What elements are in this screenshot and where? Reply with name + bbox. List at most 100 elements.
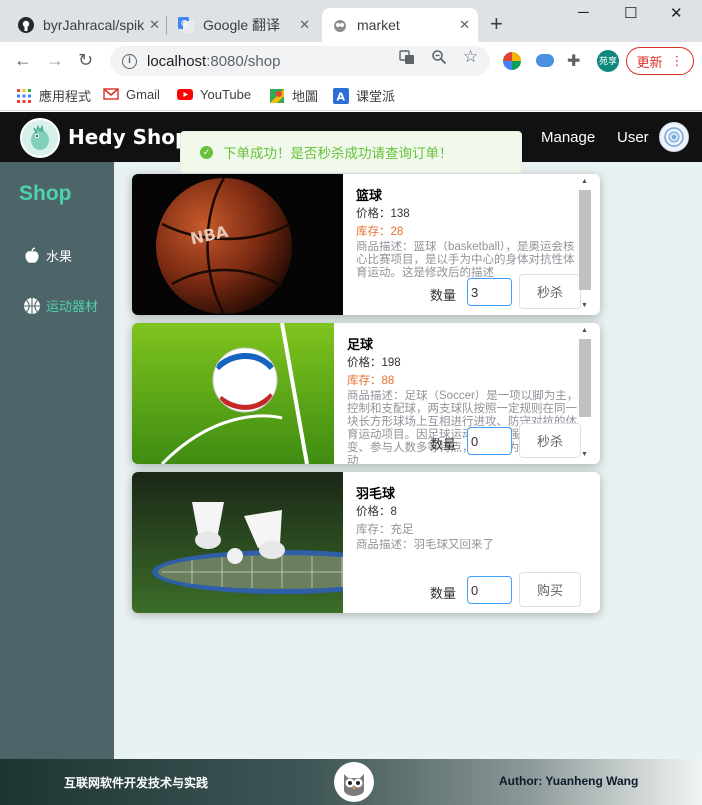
svg-text:G: G [181, 19, 187, 28]
bookmark-maps[interactable]: 地圖 [269, 86, 318, 105]
youtube-icon [177, 86, 193, 102]
sidebar-item-fruit[interactable]: 水果 [23, 246, 72, 265]
bookmark-gmail[interactable]: Gmail [103, 86, 160, 102]
product-name: 篮球 [356, 188, 383, 203]
main-content: NBA 篮球 价格：138 库存：28 商品描述：篮球（basketball），… [114, 162, 702, 759]
tab-title: market [357, 17, 400, 33]
forward-button[interactable]: → [46, 50, 64, 70]
quantity-input[interactable] [467, 278, 512, 306]
window-close-button[interactable]: ✕ [670, 4, 683, 22]
product-stock: 库存：88 [347, 375, 395, 387]
quantity-input[interactable] [467, 576, 512, 604]
user-avatar-icon [664, 127, 684, 147]
extension-colorful-icon[interactable] [503, 52, 521, 70]
brand-title[interactable]: Hedy Shop [68, 125, 189, 149]
ketangpai-icon: A [333, 87, 349, 104]
nav-user[interactable]: User [617, 129, 649, 146]
owl-logo [334, 762, 374, 802]
sidebar: Shop 水果 运动器材 [0, 162, 114, 759]
user-avatar[interactable] [659, 122, 689, 152]
product-card-badminton: 羽毛球 价格：8 库存：充足 商品描述：羽毛球又回来了 数量 购买 [132, 472, 600, 613]
product-card-soccer: 足球 价格：198 库存：88 商品描述：足球（Soccer）是一项以脚为主，控… [132, 323, 600, 464]
basketball-icon [23, 297, 41, 315]
app-footer: 互联网软件开发技术与实践 Author: Yuanheng Wang [0, 759, 702, 805]
scroll-down-icon[interactable]: ▼ [581, 302, 588, 309]
new-tab-button[interactable]: + [490, 13, 503, 35]
sidebar-title: Shop [19, 182, 72, 205]
extension-cloud-icon[interactable] [536, 54, 554, 67]
nav-manage[interactable]: Manage [541, 129, 595, 146]
tab-title: Google 翻译 [203, 17, 281, 33]
google-translate-icon: G [178, 17, 194, 33]
back-button[interactable]: ← [14, 50, 32, 70]
extensions-puzzle-icon[interactable]: ✚ [567, 51, 580, 71]
browser-tab-google-translate[interactable]: G Google 翻译 ✕ [168, 8, 318, 42]
sidebar-item-sports[interactable]: 运动器材 [23, 296, 98, 315]
soccer-image [132, 323, 334, 464]
bookmark-label: Gmail [126, 86, 160, 102]
quantity-label: 数量 [430, 288, 457, 303]
minimize-button[interactable]: ─ [578, 4, 589, 21]
close-icon[interactable]: ✕ [459, 17, 470, 33]
bookmark-youtube[interactable]: YouTube [177, 86, 251, 102]
product-price: 价格：138 [356, 208, 410, 220]
maximize-button[interactable]: ☐ [624, 4, 637, 22]
gmail-icon [103, 86, 119, 102]
scroll-down-icon[interactable]: ▼ [581, 451, 588, 458]
bookmark-label: YouTube [200, 86, 252, 102]
bookmark-ketangpai[interactable]: A 课堂派 [333, 86, 395, 105]
product-stock: 库存：充足 [356, 524, 414, 536]
translate-page-icon[interactable] [399, 49, 415, 68]
browser-tab-market[interactable]: market ✕ [322, 8, 478, 42]
success-toast: ✓ 下单成功！是否秒杀成功请查询订单！ [180, 131, 522, 173]
scroll-up-icon[interactable]: ▲ [581, 178, 588, 185]
buy-button[interactable]: 购买 [519, 572, 581, 607]
update-button[interactable]: 更新 ⋮ [626, 47, 694, 75]
tab-separator [166, 16, 167, 34]
bookmarks-bar: 應用程式 Gmail YouTube 地圖 A 课堂派 [0, 80, 702, 111]
basketball-image: NBA [132, 174, 343, 315]
scroll-up-icon[interactable]: ▲ [581, 327, 588, 334]
update-label: 更新 [636, 54, 663, 70]
apple-icon [23, 246, 41, 265]
product-name: 羽毛球 [356, 486, 396, 501]
description-scrollbar[interactable]: ▲ ▼ [577, 174, 591, 315]
profile-avatar[interactable]: 苑享 [597, 50, 619, 72]
scrollbar-thumb[interactable] [579, 190, 591, 290]
product-stock: 库存：28 [356, 226, 404, 238]
seckill-button[interactable]: 秒杀 [519, 274, 581, 309]
owl-icon [344, 774, 364, 796]
product-name: 足球 [347, 337, 374, 352]
reload-button[interactable]: ↻ [78, 50, 93, 70]
bookmark-label: 课堂派 [356, 89, 396, 104]
quantity-label: 数量 [430, 437, 457, 452]
description-scrollbar[interactable]: ▲ ▼ [577, 323, 591, 464]
success-check-icon: ✓ [200, 145, 213, 159]
close-icon[interactable]: ✕ [149, 17, 160, 33]
scrollbar-thumb[interactable] [579, 339, 591, 417]
bookmark-apps[interactable]: 應用程式 [16, 86, 91, 105]
browser-tabstrip: byrJahracal/spik ✕ G Google 翻译 ✕ market … [0, 0, 702, 42]
maps-pin-icon [269, 88, 285, 104]
brand-logo[interactable] [20, 118, 60, 158]
svg-text:A: A [337, 90, 346, 103]
quantity-input[interactable] [467, 427, 512, 455]
bookmark-star-icon[interactable]: ☆ [463, 47, 478, 67]
badminton-image [132, 472, 343, 613]
url-text: localhost:8080/shop [147, 52, 281, 70]
tab-title: byrJahracal/spik [43, 17, 145, 33]
browser-tab-github[interactable]: byrJahracal/spik ✕ [8, 8, 168, 42]
browser-toolbar: ← → ↻ i localhost:8080/shop ☆ ✚ 苑享 更新 ⋮ [0, 42, 702, 80]
github-icon [18, 17, 34, 33]
product-price: 价格：8 [356, 506, 397, 518]
dinosaur-logo-icon [31, 124, 49, 150]
apps-grid-icon [16, 88, 32, 104]
sidebar-item-label: 运动器材 [46, 299, 99, 314]
close-icon[interactable]: ✕ [299, 17, 310, 33]
sidebar-item-label: 水果 [46, 249, 73, 264]
more-menu-icon: ⋮ [670, 53, 684, 68]
toast-message: 下单成功！是否秒杀成功请查询订单！ [223, 146, 453, 161]
zoom-icon[interactable] [431, 49, 447, 68]
site-info-icon[interactable]: i [122, 53, 137, 69]
seckill-button[interactable]: 秒杀 [519, 423, 581, 458]
